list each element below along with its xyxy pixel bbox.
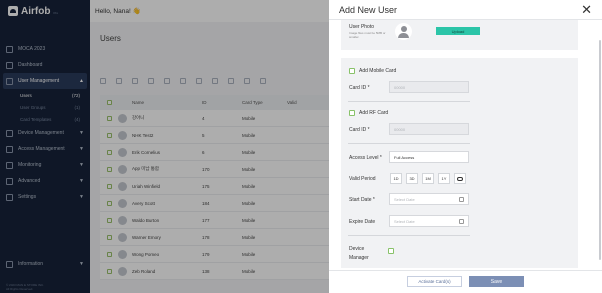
user-photo-section: User Photo Image files must be 5MB or sm… <box>341 20 578 50</box>
rf-card-id-label: Card ID * <box>349 127 370 133</box>
period-1m-button[interactable]: 1M <box>422 173 434 184</box>
drawer-title: Add New User <box>339 4 398 15</box>
add-rf-card-label: Add RF Card <box>359 110 389 116</box>
period-1d-button[interactable]: 1D <box>390 173 402 184</box>
start-date-label: Start Date * <box>349 197 375 203</box>
valid-period-label: Valid Period <box>349 176 376 182</box>
activate-cards-button[interactable]: Activate Card(s) <box>407 276 462 287</box>
infinity-icon <box>457 176 463 181</box>
expire-date-placeholder: Select Date <box>394 218 415 224</box>
modal-backdrop[interactable] <box>0 0 329 293</box>
add-mobile-card-checkbox[interactable] <box>349 68 355 74</box>
expire-date-label: Expire Date <box>349 219 376 225</box>
period-unlimited-button[interactable] <box>454 173 466 184</box>
period-1y-button[interactable]: 1Y <box>438 173 450 184</box>
start-date-picker[interactable]: Select Date <box>389 193 469 205</box>
period-3d-button[interactable]: 3D <box>406 173 418 184</box>
avatar-placeholder-icon <box>395 23 412 40</box>
drawer-header: Add New User ✕ <box>329 0 602 20</box>
expire-date-picker[interactable]: Select Date <box>389 215 469 227</box>
access-level-label: Access Level * <box>349 155 382 161</box>
access-level-select[interactable]: Full Access <box>389 151 469 163</box>
drawer-scrollbar[interactable] <box>599 40 601 260</box>
calendar-icon <box>459 219 464 224</box>
close-icon[interactable]: ✕ <box>581 3 592 16</box>
start-date-placeholder: Select Date <box>394 196 415 202</box>
drawer-footer: Activate Card(s) Save <box>329 270 602 293</box>
device-manager-label: Device Manager <box>349 246 369 261</box>
add-rf-card-checkbox[interactable] <box>349 110 355 116</box>
photo-hint: Image files must be 5MB or smaller. <box>349 31 386 39</box>
rf-card-id-input[interactable]: 00000 <box>389 123 469 135</box>
upload-button[interactable]: Upload <box>436 27 480 35</box>
save-button[interactable]: Save <box>469 276 524 287</box>
device-manager-checkbox[interactable] <box>388 248 394 254</box>
add-user-drawer: Add New User ✕ User Photo Image files mu… <box>329 0 602 293</box>
calendar-icon <box>459 197 464 202</box>
photo-label: User Photo <box>349 24 375 30</box>
add-mobile-card-label: Add Mobile Card <box>359 68 397 74</box>
card-id-label: Card ID * <box>349 85 370 91</box>
mobile-card-id-input[interactable]: 00000 <box>389 81 469 93</box>
user-form-section: Add Mobile Card Card ID * 00000 Add RF C… <box>341 58 578 268</box>
